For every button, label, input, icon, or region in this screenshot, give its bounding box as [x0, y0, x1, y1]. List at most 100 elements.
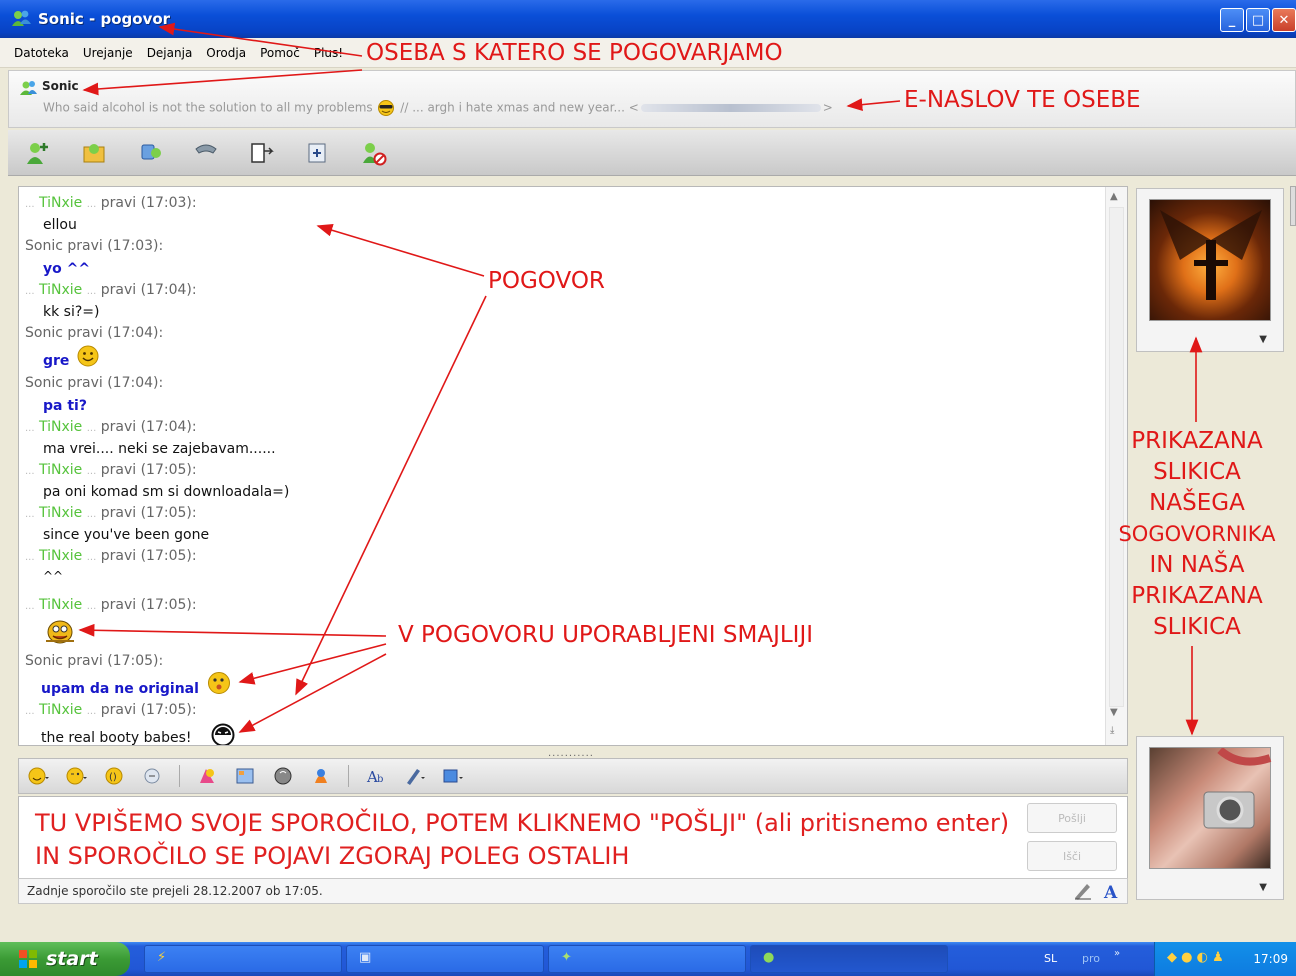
picture-dropdown-icon[interactable]: ▼	[1259, 334, 1267, 345]
webcam-icon[interactable]	[136, 139, 164, 167]
message-text: pa oni komad sm si downloadala=)	[43, 484, 290, 500]
dancing-emoticon-icon	[46, 620, 74, 644]
message-header: Sonic pravi (17:05):	[25, 653, 164, 669]
menu-tools[interactable]: Orodja	[206, 46, 246, 60]
message-header: ... TiNxie ... pravi (17:04):	[25, 419, 197, 435]
taskbar-app-conversation[interactable]: ●	[750, 945, 948, 973]
wink-animation-icon[interactable]	[196, 765, 218, 787]
message-meta: pravi (17:05):	[100, 548, 197, 564]
start-button[interactable]: start	[0, 942, 130, 976]
wink-emoticon-icon[interactable]	[65, 765, 87, 787]
scroll-up-icon[interactable]: ▲	[1110, 191, 1118, 202]
invite-contact-icon[interactable]	[24, 139, 52, 167]
text-mode-icon[interactable]: A	[1101, 881, 1121, 901]
annotation-pictures-line: SLIKICA	[1153, 614, 1241, 640]
own-display-picture[interactable]: ▼	[1136, 736, 1284, 900]
contact-display-picture[interactable]: ▼	[1136, 188, 1284, 352]
message-header: ... TiNxie ... pravi (17:05):	[25, 702, 197, 718]
display-options-icon[interactable]	[441, 765, 463, 787]
message-meta: pravi (17:05):	[100, 505, 197, 521]
menu-help[interactable]: Pomoč	[260, 46, 300, 60]
winged-figure-image	[1160, 210, 1262, 300]
activities-icon[interactable]	[248, 139, 276, 167]
emoticon-menu-icon[interactable]	[27, 765, 49, 787]
menu-edit[interactable]: Urejanje	[83, 46, 133, 60]
own-picture-image	[1149, 746, 1272, 869]
taskbar: start ⚡ ▣ ✦ ● SL pro » ◆ ● ◐ ♟ 17:09	[0, 942, 1296, 976]
message-input-text[interactable]: TU VPIŠEMO SVOJE SPOROČILO, POTEM KLIKNE…	[35, 807, 1035, 873]
sender-nickname: TiNxie	[39, 548, 83, 564]
sender-nickname: TiNxie	[39, 505, 83, 521]
message-meta: pravi (17:04):	[100, 419, 197, 435]
annotation-pictures-line: PRIKAZANA	[1131, 428, 1263, 454]
windows-logo-icon	[19, 950, 37, 968]
title-bar[interactable]: Sonic - pogovor _ □ ✕	[0, 0, 1296, 38]
message-text: the real booty babes!	[41, 730, 192, 746]
message-header: ... TiNxie ... pravi (17:05):	[25, 548, 197, 564]
voice-clip-icon[interactable]	[272, 765, 294, 787]
menu-plus[interactable]: Plus!	[314, 46, 343, 60]
status-text-end: >	[822, 100, 833, 115]
contacts-icon: ✦	[561, 950, 572, 965]
nudge-icon[interactable]	[141, 765, 163, 787]
background-icon[interactable]	[234, 765, 256, 787]
contact-personal-message: Who said alcohol is not the solution to …	[43, 100, 833, 116]
message-text: yo ^^	[43, 261, 91, 277]
taskbar-app-1[interactable]: ⚡	[144, 945, 342, 973]
sender-nickname: TiNxie	[39, 702, 83, 718]
scroll-end-icon[interactable]: ⤓	[1110, 725, 1114, 736]
message-header: Sonic pravi (17:04):	[25, 325, 164, 341]
toolbar-separator	[348, 765, 349, 787]
maximize-button[interactable]: □	[1246, 8, 1270, 32]
menu-actions[interactable]: Dejanja	[147, 46, 193, 60]
contact-picture-image	[1149, 199, 1271, 321]
language-indicator[interactable]: SL	[1044, 952, 1057, 965]
toolbar-chevron-icon[interactable]: »	[1114, 948, 1120, 959]
pro-toolbar-label[interactable]: pro	[1082, 952, 1100, 965]
message-text: ma vrei.... neki se zajebavam......	[43, 441, 276, 457]
message-text: pa ti?	[43, 398, 87, 414]
message-meta: pravi (17:04):	[100, 282, 197, 298]
message-text: gre	[43, 353, 70, 369]
picture-dropdown-icon[interactable]: ▼	[1259, 882, 1267, 893]
font-icon[interactable]: Ab	[365, 765, 387, 787]
plus-icon[interactable]	[310, 765, 332, 787]
custom-emoticon-icon[interactable]: ()	[103, 765, 125, 787]
annotation-conversation: POGOVOR	[488, 268, 605, 294]
tray-icons[interactable]: ◆ ● ◐ ♟	[1167, 950, 1224, 965]
camera-photo-image	[1203, 746, 1272, 829]
annotation-pictures-line: SLIKICA	[1153, 459, 1241, 485]
block-contact-icon[interactable]	[360, 139, 388, 167]
taskbar-app-2[interactable]: ▣	[346, 945, 544, 973]
menu-file[interactable]: Datoteka	[14, 46, 69, 60]
color-icon[interactable]	[403, 765, 425, 787]
message-header: Sonic pravi (17:04):	[25, 375, 164, 391]
window-title: Sonic - pogovor	[38, 10, 171, 28]
sender-nickname: TiNxie	[39, 195, 83, 211]
scroll-down-icon[interactable]: ▼	[1110, 707, 1118, 718]
sender-nickname: TiNxie	[39, 282, 83, 298]
annotation-pictures: PRIKAZANA SLIKICA NAŠEGA SOGOVORNIKA IN …	[1098, 426, 1296, 643]
message-header: ... TiNxie ... pravi (17:05):	[25, 597, 197, 613]
messenger-taskbar-icon: ●	[763, 950, 775, 965]
send-files-icon[interactable]	[80, 139, 108, 167]
send-button[interactable]: Pošlji	[1027, 803, 1117, 833]
message-meta: pravi (17:05):	[100, 702, 197, 718]
sidebar-collapse-handle[interactable]	[1290, 186, 1296, 226]
search-button[interactable]: Išči	[1027, 841, 1117, 871]
close-button[interactable]: ✕	[1272, 8, 1296, 32]
message-input[interactable]: TU VPIŠEMO SVOJE SPOROČILO, POTEM KLIKNE…	[18, 796, 1128, 880]
window-icon: ▣	[359, 950, 372, 965]
contact-name[interactable]: Sonic	[42, 79, 79, 93]
annotation-pictures-line: PRIKAZANA	[1131, 583, 1263, 609]
start-label: start	[46, 948, 98, 970]
voice-call-icon[interactable]	[192, 139, 220, 167]
message-text: upam da ne original	[41, 681, 199, 697]
games-icon[interactable]	[304, 139, 332, 167]
message-meta: pravi (17:03):	[100, 195, 197, 211]
clock[interactable]: 17:09	[1253, 952, 1288, 966]
minimize-button[interactable]: _	[1220, 8, 1244, 32]
toolbar-separator	[179, 765, 180, 787]
taskbar-app-3[interactable]: ✦	[548, 945, 746, 973]
handwriting-icon[interactable]	[1073, 882, 1093, 900]
